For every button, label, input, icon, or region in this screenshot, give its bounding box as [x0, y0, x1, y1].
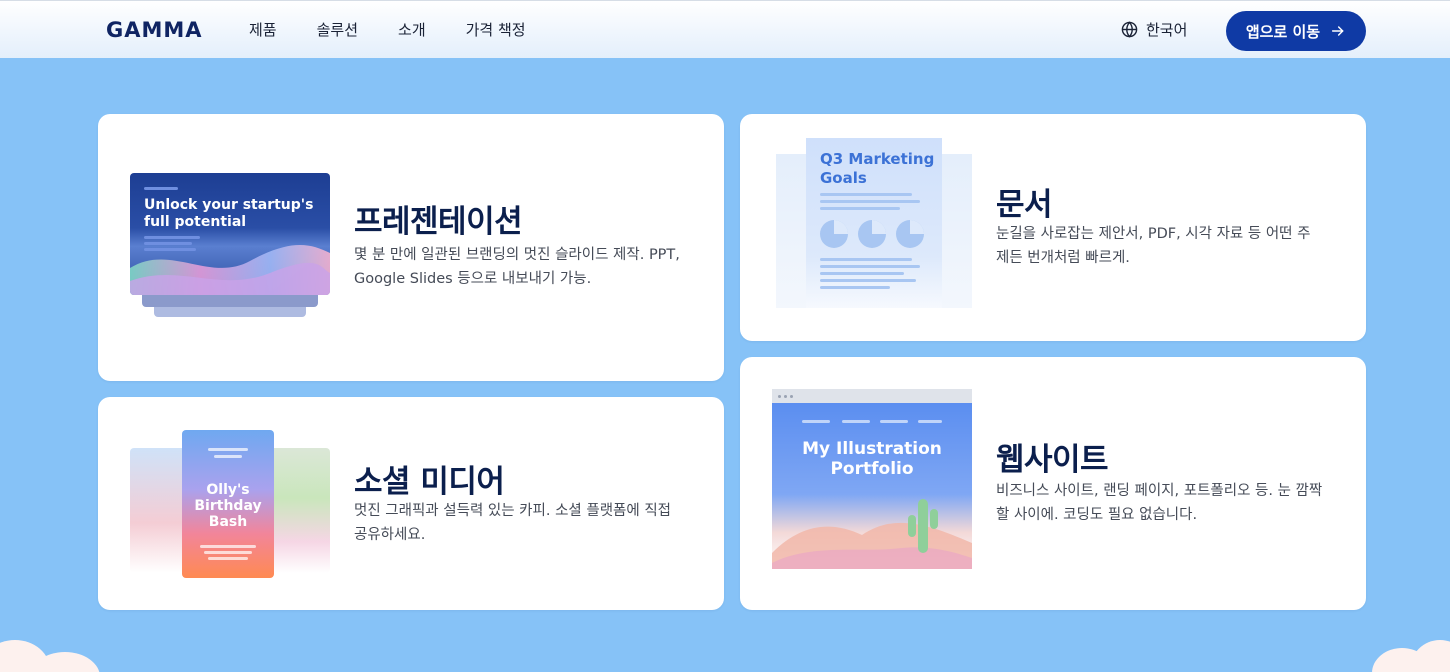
social-heading-line1: Olly's: [206, 482, 250, 498]
social-text-line: [204, 551, 252, 554]
website-preview: My Illustration Portfolio: [772, 403, 972, 569]
document-page-front: Q3 Marketing Goals: [806, 138, 942, 308]
top-nav-bar: GAMMA 제품 솔루션 소개 가격 책정 한국어 앱으로 이동: [0, 0, 1450, 58]
nav-item-product[interactable]: 제품: [249, 19, 277, 40]
social-text-line: [200, 545, 256, 548]
card-desc-line: 공유하세요.: [354, 527, 426, 543]
social-card-heading: Olly's Birthday Bash: [182, 482, 274, 530]
social-text-line: [208, 557, 248, 560]
card-desc-presentation: 몇 분 만에 일관된 브랜딩의 멋진 슬라이드 제작. PPT, Google …: [354, 243, 714, 291]
social-heading-line2: Birthday: [194, 498, 262, 514]
go-to-app-label: 앱으로 이동: [1245, 22, 1321, 41]
social-card-back-right: [270, 448, 330, 573]
pie-chart-icon: [820, 220, 848, 248]
card-title-presentation: 프레젠테이션: [354, 204, 523, 240]
document-text-line: [820, 265, 920, 268]
card-desc-social-media: 멋진 그래픽과 설득력 있는 카피. 소셜 플랫폼에 직접 공유하세요.: [354, 499, 714, 547]
card-title-document: 문서: [996, 187, 1053, 223]
document-text-line: [820, 207, 900, 210]
social-text-line: [214, 455, 242, 458]
document-heading: Q3 Marketing Goals: [820, 150, 934, 188]
browser-dot-icon: [790, 395, 793, 398]
slide-accent-bar: [144, 187, 178, 190]
social-text-line: [208, 448, 248, 451]
document-text-line: [820, 279, 916, 282]
slide-heading: Unlock your startup's full potential: [144, 197, 324, 231]
card-title-website: 웹사이트: [996, 442, 1109, 478]
browser-dot-icon: [784, 395, 787, 398]
slide-heading-line1: Unlock your startup's: [144, 197, 314, 213]
presentation-illustration: Unlock your startup's full potential: [130, 173, 330, 323]
go-to-app-button[interactable]: 앱으로 이동: [1226, 11, 1366, 51]
card-desc-line: 비즈니스 사이트, 랜딩 페이지, 포트폴리오 등. 눈 깜짝: [996, 483, 1323, 499]
document-text-line: [820, 272, 904, 275]
social-heading-line3: Bash: [208, 514, 248, 530]
slide-heading-line2: full potential: [144, 214, 247, 230]
cloud-decoration: [1410, 640, 1450, 672]
social-illustration: Olly's Birthday Bash: [130, 430, 330, 580]
slide-text-line: [144, 242, 192, 245]
card-desc-line: 할 사이에. 코딩도 필요 없습니다.: [996, 507, 1198, 523]
globe-icon: [1121, 21, 1138, 38]
document-text-line: [820, 286, 890, 289]
language-selector[interactable]: 한국어: [1121, 19, 1187, 40]
card-desc-line: 몇 분 만에 일관된 브랜딩의 멋진 슬라이드 제작. PPT,: [354, 247, 680, 263]
card-desc-line: 제든 번개처럼 빠르게.: [996, 250, 1130, 266]
main-nav: 제품 솔루션 소개 가격 책정: [249, 19, 566, 40]
slide-text-line: [144, 248, 196, 251]
slide-text-line: [144, 236, 200, 239]
pie-chart-icon: [858, 220, 886, 248]
document-text-line: [820, 200, 920, 203]
document-text-line: [820, 193, 912, 196]
document-heading-line2: Goals: [820, 169, 867, 187]
card-desc-line: Google Slides 등으로 내보내기 가능.: [354, 271, 592, 287]
card-desc-line: 눈길을 사로잡는 제안서, PDF, 시각 자료 등 어떤 주: [996, 226, 1311, 242]
website-illustration: My Illustration Portfolio: [772, 389, 972, 569]
card-desc-website: 비즈니스 사이트, 랜딩 페이지, 포트폴리오 등. 눈 깜짝 할 사이에. 코…: [996, 479, 1356, 527]
social-card-back-left: [130, 448, 190, 573]
document-heading-line1: Q3 Marketing: [820, 150, 935, 168]
wave-graphic: [130, 244, 330, 295]
card-desc-line: 멋진 그래픽과 설득력 있는 카피. 소셜 플랫폼에 직접: [354, 503, 672, 519]
browser-top-bar: [772, 389, 972, 403]
desert-landscape-graphic: [772, 499, 972, 569]
browser-dot-icon: [778, 395, 781, 398]
card-desc-document: 눈길을 사로잡는 제안서, PDF, 시각 자료 등 어떤 주 제든 번개처럼 …: [996, 222, 1356, 270]
language-label: 한국어: [1146, 21, 1188, 39]
social-card-front: Olly's Birthday Bash: [182, 430, 274, 578]
document-illustration: Q3 Marketing Goals: [776, 138, 976, 308]
arrow-right-icon: [1332, 26, 1344, 36]
gamma-logo[interactable]: GAMMA: [106, 18, 203, 42]
document-text-line: [820, 258, 912, 261]
nav-item-pricing[interactable]: 가격 책정: [466, 19, 526, 40]
nav-item-about[interactable]: 소개: [398, 19, 426, 40]
slide-preview: Unlock your startup's full potential: [130, 173, 330, 295]
card-title-social-media: 소셜 미디어: [354, 464, 505, 500]
pie-chart-icon: [896, 220, 924, 248]
nav-item-solutions[interactable]: 솔루션: [317, 19, 358, 40]
